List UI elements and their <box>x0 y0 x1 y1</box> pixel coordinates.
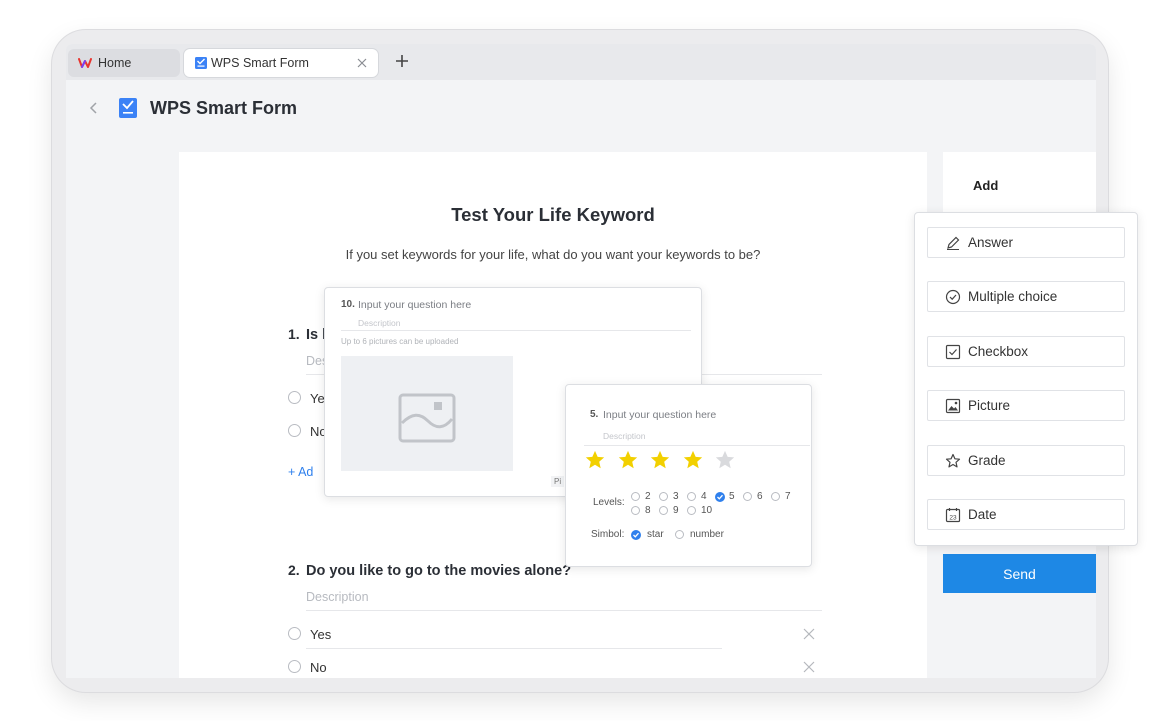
tab-active-label: WPS Smart Form <box>211 56 309 70</box>
form-icon <box>119 98 137 118</box>
delete-option-icon[interactable] <box>803 661 815 673</box>
level-radio-7[interactable] <box>771 492 780 501</box>
circle-check-icon <box>945 289 961 305</box>
divider <box>306 610 822 611</box>
menu-item-date[interactable]: 23 Date <box>927 499 1125 530</box>
picture-question-text[interactable]: Input your question here <box>358 299 471 311</box>
svg-text:23: 23 <box>949 514 957 521</box>
level-label-5[interactable]: 5 <box>729 491 735 502</box>
calendar-icon: 23 <box>945 508 961 523</box>
symbol-number-label[interactable]: number <box>690 529 724 540</box>
picture-placeholder[interactable] <box>341 356 513 471</box>
picture-question-number: 10. <box>341 299 355 310</box>
delete-option-icon[interactable] <box>803 628 815 640</box>
level-label-9[interactable]: 9 <box>673 505 679 516</box>
star-filled-icon[interactable] <box>617 449 639 471</box>
menu-item-checkbox[interactable]: Checkbox <box>927 336 1125 367</box>
menu-item-multiple-choice[interactable]: Multiple choice <box>927 281 1125 312</box>
menu-item-label: Answer <box>968 235 1014 250</box>
form-title[interactable]: Test Your Life Keyword <box>179 204 927 226</box>
symbol-star-radio-checked[interactable] <box>631 530 641 540</box>
page-header: WPS Smart Form <box>66 80 1096 136</box>
question-2-radio-yes[interactable] <box>288 627 301 640</box>
add-option-button[interactable]: + Ad <box>288 465 313 479</box>
image-icon <box>945 398 961 414</box>
level-radio-6[interactable] <box>743 492 752 501</box>
question-2-description[interactable]: Description <box>306 590 369 604</box>
level-radio-4[interactable] <box>687 492 696 501</box>
check-icon <box>717 494 723 500</box>
question-2-number: 2. <box>288 562 300 578</box>
level-label-2[interactable]: 2 <box>645 491 651 502</box>
grade-question-card[interactable]: 5. Input your question here Description … <box>565 384 812 567</box>
tab-wps-smart-form[interactable]: WPS Smart Form <box>184 49 378 77</box>
menu-item-label: Grade <box>968 453 1006 468</box>
picture-card-cut-label: Pi <box>551 476 565 487</box>
symbol-label: Simbol: <box>591 529 625 540</box>
chevron-left-icon[interactable] <box>88 100 100 116</box>
divider <box>341 330 691 331</box>
menu-item-grade[interactable]: Grade <box>927 445 1125 476</box>
add-question-menu: Answer Multiple choice Checkbox Picture … <box>914 212 1138 546</box>
symbol-number-radio[interactable] <box>675 530 684 539</box>
question-2-radio-no[interactable] <box>288 660 301 673</box>
tab-home[interactable]: Home <box>68 49 180 77</box>
symbol-star-label[interactable]: star <box>647 529 664 540</box>
question-1-radio-yes[interactable] <box>288 391 301 404</box>
check-icon <box>633 532 639 538</box>
level-radio-3[interactable] <box>659 492 668 501</box>
pen-icon <box>947 236 960 250</box>
star-filled-icon[interactable] <box>682 449 704 471</box>
grade-question-number: 5. <box>590 409 599 420</box>
level-radio-8[interactable] <box>631 506 640 515</box>
wps-logo-icon <box>78 58 92 68</box>
tab-home-label: Home <box>98 56 132 70</box>
level-radio-10[interactable] <box>687 506 696 515</box>
level-label-3[interactable]: 3 <box>673 491 679 502</box>
new-tab-icon[interactable] <box>394 53 410 69</box>
page-title: WPS Smart Form <box>150 98 298 118</box>
divider <box>584 445 810 446</box>
level-radio-2[interactable] <box>631 492 640 501</box>
question-1-radio-no[interactable] <box>288 424 301 437</box>
menu-item-label: Multiple choice <box>968 289 1058 304</box>
image-placeholder-icon <box>398 393 456 443</box>
menu-item-label: Checkbox <box>968 344 1029 359</box>
levels-label: Levels: <box>593 497 625 508</box>
close-icon[interactable] <box>355 56 369 70</box>
question-2-text[interactable]: Do you like to go to the movies alone? <box>306 563 571 579</box>
level-label-4[interactable]: 4 <box>701 491 707 502</box>
grade-question-description[interactable]: Description <box>603 431 646 441</box>
question-2-option-no[interactable]: No <box>310 660 327 675</box>
sidebar-title: Add <box>973 178 999 193</box>
question-1-number: 1. <box>288 326 300 342</box>
divider <box>306 648 722 649</box>
level-label-8[interactable]: 8 <box>645 505 651 516</box>
form-description[interactable]: If you set keywords for your life, what … <box>179 247 927 262</box>
level-label-6[interactable]: 6 <box>757 491 763 502</box>
level-radio-5[interactable] <box>715 492 725 502</box>
menu-item-label: Picture <box>968 398 1011 413</box>
form-icon <box>195 57 207 69</box>
level-label-10[interactable]: 10 <box>701 505 712 516</box>
send-button[interactable]: Send <box>943 554 1096 593</box>
menu-item-answer[interactable]: Answer <box>927 227 1125 258</box>
level-label-7[interactable]: 7 <box>785 491 791 502</box>
star-empty-icon[interactable] <box>714 449 736 471</box>
menu-item-label: Date <box>968 507 997 522</box>
picture-question-description[interactable]: Description <box>358 318 401 328</box>
level-radio-9[interactable] <box>659 506 668 515</box>
tab-bar: Home WPS Smart Form <box>66 44 1096 80</box>
grade-question-text[interactable]: Input your question here <box>603 409 716 421</box>
question-2-option-yes[interactable]: Yes <box>310 627 331 642</box>
star-filled-icon[interactable] <box>649 449 671 471</box>
star-filled-icon[interactable] <box>584 449 606 471</box>
checkbox-icon <box>945 344 961 360</box>
picture-upload-note: Up to 6 pictures can be uploaded <box>341 337 459 346</box>
star-icon <box>945 453 961 468</box>
menu-item-picture[interactable]: Picture <box>927 390 1125 421</box>
